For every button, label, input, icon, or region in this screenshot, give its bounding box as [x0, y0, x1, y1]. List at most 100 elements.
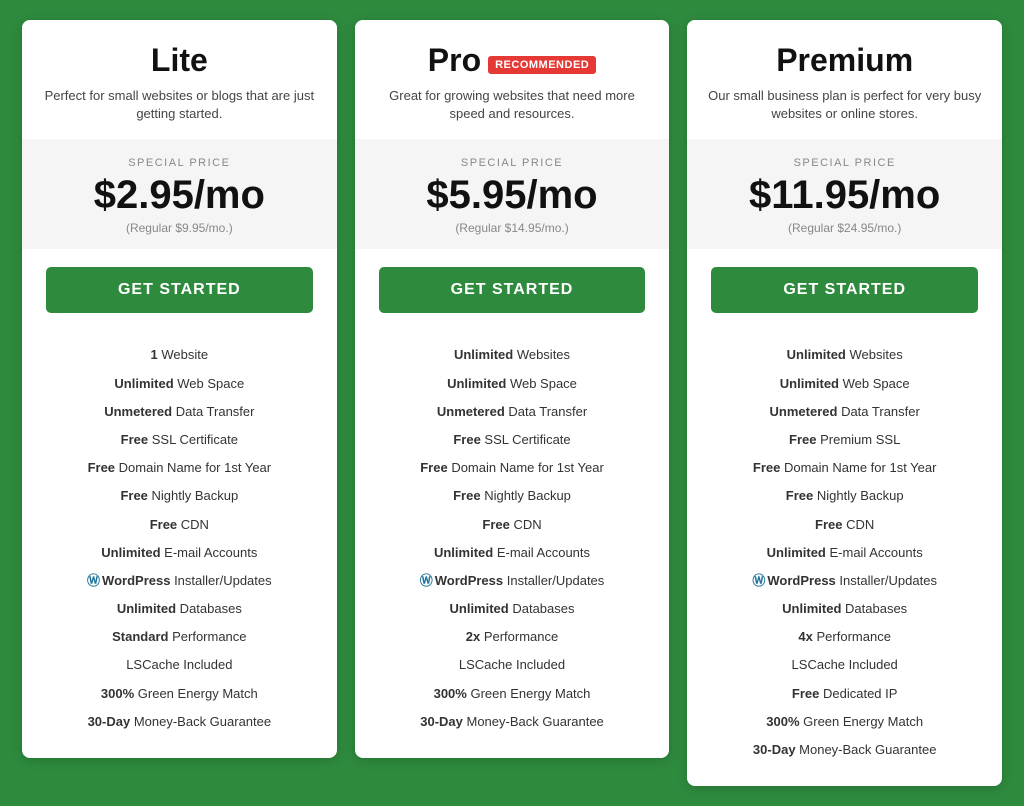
wordpress-icon: Ⓦ — [87, 572, 100, 590]
cta-button-lite[interactable]: GET STARTED — [46, 267, 313, 313]
feature-item: Unlimited E-mail Accounts — [703, 539, 986, 567]
feature-bold: Standard — [112, 629, 168, 644]
feature-item: Unlimited E-mail Accounts — [371, 539, 654, 567]
feature-item: Free Premium SSL — [703, 426, 986, 454]
plan-header-lite: LitePerfect for small websites or blogs … — [22, 20, 337, 139]
feature-item: 30-Day Money-Back Guarantee — [371, 708, 654, 736]
feature-item: Free Dedicated IP — [703, 680, 986, 708]
feature-bold: 30-Day — [88, 714, 131, 729]
feature-item: Unmetered Data Transfer — [38, 398, 321, 426]
feature-item: Free Nightly Backup — [38, 482, 321, 510]
plan-title-premium: Premium — [776, 42, 913, 79]
feature-bold: 300% — [101, 686, 134, 701]
plan-title-lite: Lite — [151, 42, 208, 79]
feature-bold: Unlimited — [117, 601, 176, 616]
feature-bold: 2x — [466, 629, 480, 644]
plans-container: LitePerfect for small websites or blogs … — [22, 20, 1002, 786]
recommended-badge: RECOMMENDED — [488, 56, 596, 74]
feature-item: Free CDN — [703, 511, 986, 539]
feature-item: Free Domain Name for 1st Year — [38, 454, 321, 482]
feature-item: Free Domain Name for 1st Year — [371, 454, 654, 482]
feature-bold: 30-Day — [420, 714, 463, 729]
feature-item: Unlimited Databases — [703, 595, 986, 623]
feature-item: LSCache Included — [371, 651, 654, 679]
feature-bold: Free — [150, 517, 177, 532]
feature-item: Ⓦ WordPress Installer/Updates — [703, 567, 986, 595]
plan-header-premium: PremiumOur small business plan is perfec… — [687, 20, 1002, 139]
feature-item: Unlimited Websites — [371, 341, 654, 369]
feature-bold: Free — [482, 517, 509, 532]
feature-item: Unlimited E-mail Accounts — [38, 539, 321, 567]
feature-bold: Free — [453, 488, 480, 503]
feature-item: Free CDN — [38, 511, 321, 539]
feature-item: Free SSL Certificate — [371, 426, 654, 454]
price-regular-lite: (Regular $9.95/mo.) — [38, 221, 321, 235]
price-regular-premium: (Regular $24.95/mo.) — [703, 221, 986, 235]
plan-subtitle-pro: Great for growing websites that need mor… — [371, 87, 654, 123]
price-main-premium: $11.95/mo — [703, 173, 986, 217]
price-main-lite: $2.95/mo — [38, 173, 321, 217]
feature-item: Unmetered Data Transfer — [703, 398, 986, 426]
feature-bold: Unlimited — [782, 601, 841, 616]
price-section-lite: SPECIAL PRICE $2.95/mo (Regular $9.95/mo.) — [22, 139, 337, 249]
feature-item: 30-Day Money-Back Guarantee — [703, 736, 986, 764]
feature-item: Unlimited Web Space — [371, 370, 654, 398]
plan-card-lite: LitePerfect for small websites or blogs … — [22, 20, 337, 758]
special-price-label: SPECIAL PRICE — [371, 157, 654, 169]
features-section-pro: Unlimited WebsitesUnlimited Web Space Unm… — [355, 331, 670, 758]
feature-item: Unlimited Databases — [371, 595, 654, 623]
feature-bold: Unmetered — [104, 404, 172, 419]
feature-item: 4x Performance — [703, 623, 986, 651]
feature-item: Free Domain Name for 1st Year — [703, 454, 986, 482]
feature-item: Free SSL Certificate — [38, 426, 321, 454]
feature-bold: WordPress — [435, 573, 503, 588]
feature-item: 1 Website — [38, 341, 321, 369]
feature-bold: Free — [792, 686, 819, 701]
feature-bold: 4x — [798, 629, 812, 644]
features-section-premium: Unlimited WebsitesUnlimited Web SpaceUnm… — [687, 331, 1002, 786]
wordpress-icon: Ⓦ — [420, 572, 433, 590]
feature-item: Free Nightly Backup — [703, 482, 986, 510]
feature-item: 300% Green Energy Match — [38, 680, 321, 708]
feature-bold: Unlimited — [454, 347, 513, 362]
cta-button-pro[interactable]: GET STARTED — [379, 267, 646, 313]
feature-item: Standard Performance — [38, 623, 321, 651]
plan-header-pro: Pro RECOMMENDED Great for growing websites… — [355, 20, 670, 139]
feature-item: 300% Green Energy Match — [371, 680, 654, 708]
feature-item: LSCache Included — [703, 651, 986, 679]
feature-bold: Unmetered — [437, 404, 505, 419]
feature-bold: Unlimited — [780, 376, 839, 391]
feature-bold: Free — [420, 460, 447, 475]
feature-bold: 300% — [766, 714, 799, 729]
plan-title-pro: Pro — [428, 42, 481, 79]
feature-bold: Unlimited — [447, 376, 506, 391]
feature-item: Free Nightly Backup — [371, 482, 654, 510]
price-section-pro: SPECIAL PRICE $5.95/mo (Regular $14.95/mo.… — [355, 139, 670, 249]
plan-card-pro: Pro RECOMMENDED Great for growing websites… — [355, 20, 670, 758]
price-regular-pro: (Regular $14.95/mo.) — [371, 221, 654, 235]
feature-item: Unlimited Web Space — [703, 370, 986, 398]
plan-card-premium: PremiumOur small business plan is perfec… — [687, 20, 1002, 786]
cta-button-premium[interactable]: GET STARTED — [711, 267, 978, 313]
feature-item: 30-Day Money-Back Guarantee — [38, 708, 321, 736]
feature-bold: Free — [453, 432, 480, 447]
cta-section-pro: GET STARTED — [355, 249, 670, 331]
feature-bold: Free — [121, 432, 148, 447]
feature-item: Unlimited Databases — [38, 595, 321, 623]
feature-item: Unlimited Websites — [703, 341, 986, 369]
feature-item: Ⓦ WordPress Installer/Updates — [371, 567, 654, 595]
feature-bold: Free — [120, 488, 147, 503]
feature-item: 2x Performance — [371, 623, 654, 651]
wordpress-icon: Ⓦ — [752, 572, 765, 590]
feature-item: Ⓦ WordPress Installer/Updates — [38, 567, 321, 595]
price-main-pro: $5.95/mo — [371, 173, 654, 217]
special-price-label: SPECIAL PRICE — [38, 157, 321, 169]
cta-section-lite: GET STARTED — [22, 249, 337, 331]
feature-bold: WordPress — [767, 573, 835, 588]
feature-bold: Unlimited — [434, 545, 493, 560]
feature-bold: Unlimited — [101, 545, 160, 560]
feature-bold: 1 — [151, 347, 158, 362]
feature-item: Unlimited Web Space — [38, 370, 321, 398]
feature-bold: Unlimited — [450, 601, 509, 616]
feature-bold: Unlimited — [787, 347, 846, 362]
